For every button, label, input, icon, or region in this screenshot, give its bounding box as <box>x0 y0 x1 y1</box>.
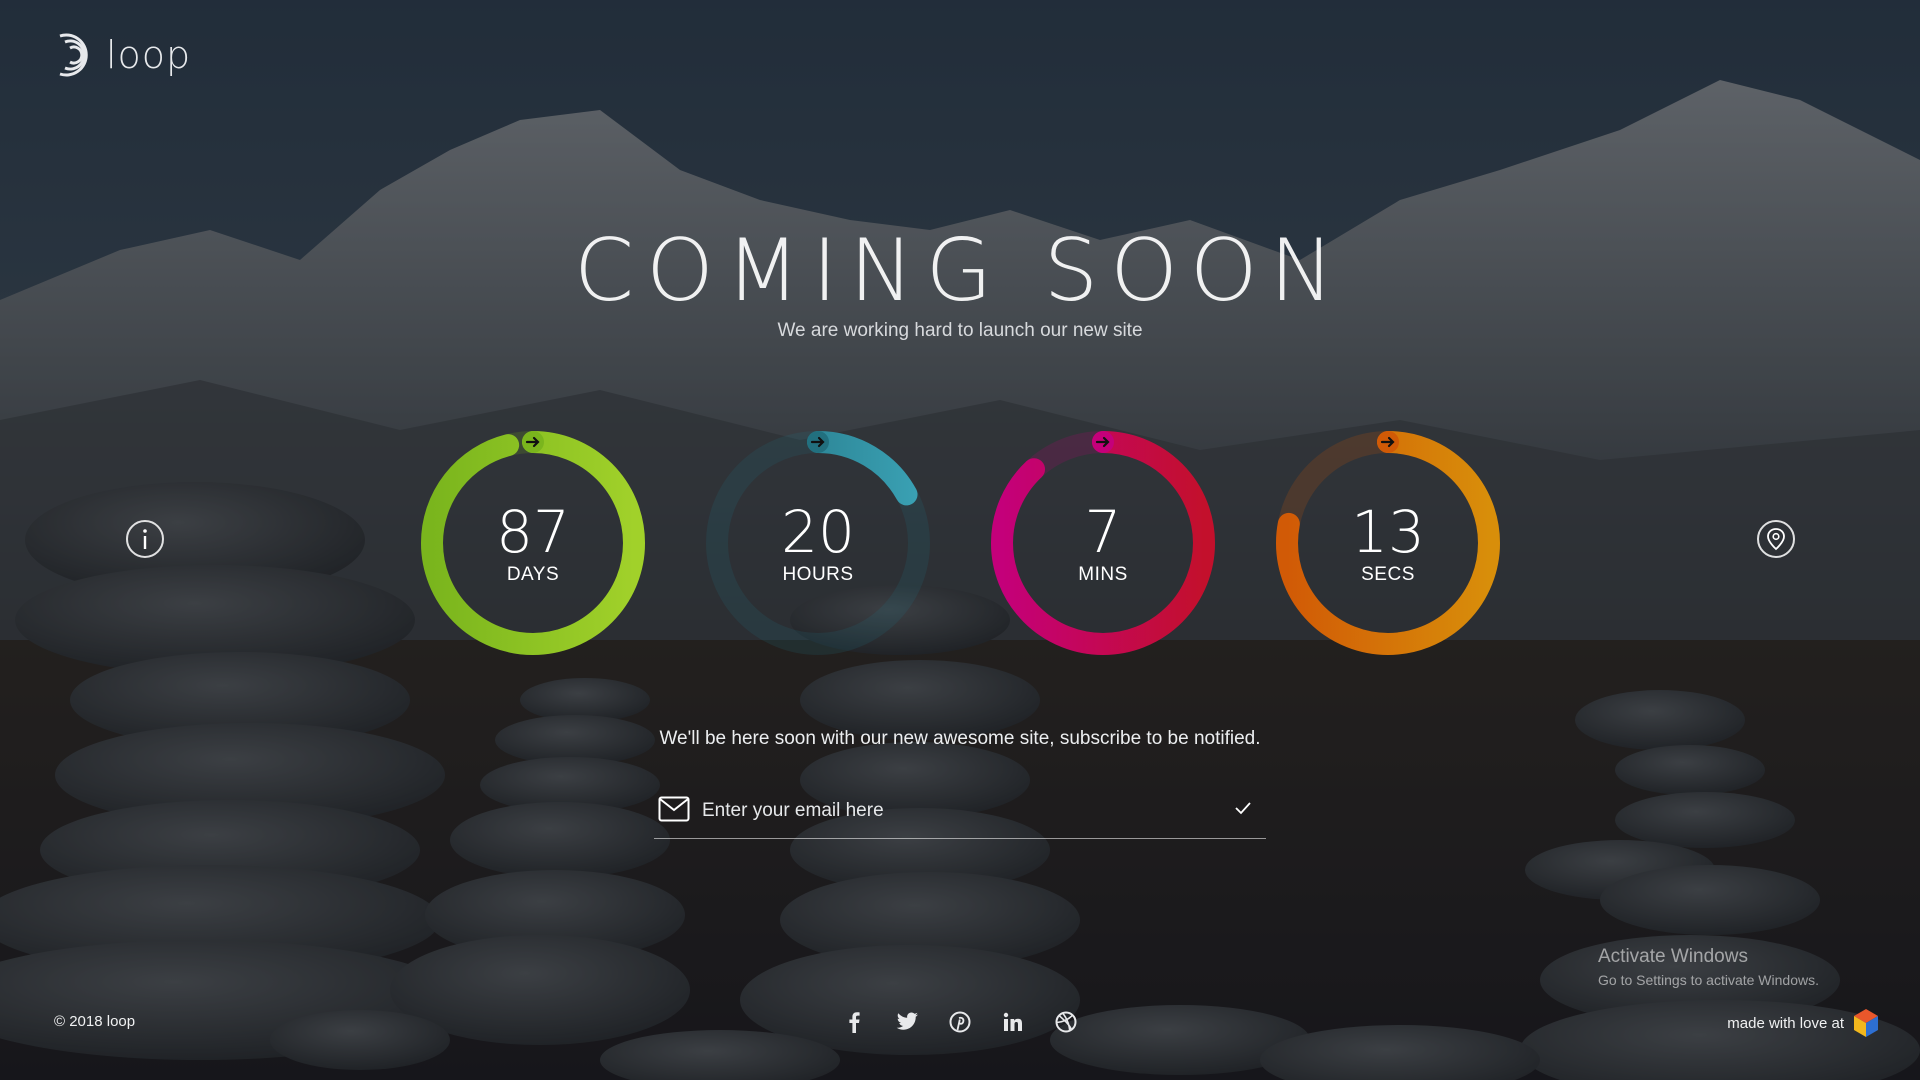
made-with-love: made with love at <box>1727 1008 1880 1038</box>
countdown-secs: 13 SECS <box>1273 428 1503 658</box>
brand-logo[interactable]: loop <box>54 30 191 80</box>
info-button[interactable] <box>126 520 164 558</box>
linkedin-icon <box>1003 1012 1022 1031</box>
dribbble-link[interactable] <box>1052 1008 1080 1036</box>
brand-name: loop <box>106 33 192 77</box>
checkmark-icon <box>1235 801 1251 814</box>
social-links <box>840 1008 1080 1036</box>
mins-value: 7 <box>1084 498 1122 566</box>
twitter-link[interactable] <box>893 1008 921 1036</box>
secs-value: 13 <box>1351 498 1425 566</box>
copyright-text: © 2018 loop <box>54 1013 136 1030</box>
countdown: 87 DAYS 20 HOURS 7 MINS 13 SECS <box>418 428 1518 658</box>
countdown-hours: 20 HOURS <box>703 428 933 658</box>
page-title: COMING SOON <box>574 221 1346 321</box>
made-with-text: made with love at <box>1727 1014 1844 1032</box>
countdown-mins: 7 MINS <box>988 428 1218 658</box>
dribbble-icon <box>1055 1011 1077 1033</box>
pinterest-link[interactable] <box>946 1008 974 1036</box>
subscribe-form <box>654 790 1266 839</box>
days-label: DAYS <box>506 564 560 585</box>
linkedin-link[interactable] <box>999 1008 1027 1036</box>
location-pin-icon <box>1767 528 1785 551</box>
mins-label: MINS <box>1078 564 1128 585</box>
activation-subtitle: Go to Settings to activate Windows. <box>1598 972 1819 988</box>
twitter-icon <box>896 1012 918 1030</box>
location-button[interactable] <box>1757 520 1795 558</box>
facebook-icon <box>849 1012 860 1033</box>
secs-label: SECS <box>1361 564 1415 585</box>
pinterest-icon <box>949 1011 971 1033</box>
countdown-days: 87 DAYS <box>418 428 648 658</box>
studio-logo-icon[interactable] <box>1852 1008 1880 1038</box>
days-value: 87 <box>496 498 570 566</box>
hours-value: 20 <box>781 498 855 566</box>
facebook-link[interactable] <box>840 1008 868 1036</box>
windows-activation-watermark: Activate Windows Go to Settings to activ… <box>1598 946 1819 988</box>
activation-title: Activate Windows <box>1598 946 1748 967</box>
subscribe-submit-button[interactable] <box>1228 794 1258 824</box>
logo-mark-icon <box>59 33 88 77</box>
email-input[interactable] <box>700 794 1204 828</box>
hours-label: HOURS <box>782 564 854 585</box>
subscribe-message: We'll be here soon with our new awesome … <box>659 728 1261 749</box>
page-subtitle: We are working hard to launch our new si… <box>777 320 1143 341</box>
envelope-icon <box>658 796 690 822</box>
info-icon <box>143 529 147 549</box>
